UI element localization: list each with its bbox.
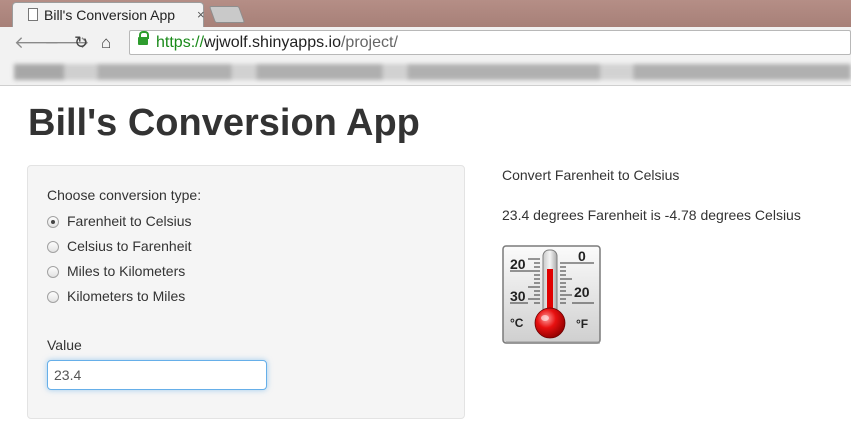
radio-button[interactable] <box>47 216 59 228</box>
reload-icon[interactable]: ↻ <box>74 33 88 53</box>
radio-button[interactable] <box>47 266 59 278</box>
bookmarks-bar <box>0 59 851 86</box>
browser-toolbar: 🡐 🡒 ↻ ⌂ https://wjwolf.shinyapps.io/proj… <box>0 27 851 59</box>
conversion-heading: Convert Farenheit to Celsius <box>502 167 680 183</box>
home-icon[interactable]: ⌂ <box>101 33 111 53</box>
thermo-left-top: 20 <box>510 256 526 272</box>
thermo-left-bottom: 30 <box>510 288 526 304</box>
document-icon <box>28 8 38 21</box>
thermo-right-bottom: 20 <box>574 284 590 300</box>
radio-label: Miles to Kilometers <box>67 263 186 279</box>
conversion-type-label: Choose conversion type: <box>47 187 202 203</box>
value-label: Value <box>47 337 82 353</box>
url-host: wjwolf.shinyapps.io <box>204 34 341 51</box>
thermo-right-top: 0 <box>578 248 586 264</box>
radio-label: Farenheit to Celsius <box>67 213 192 229</box>
url-path: /project/ <box>340 34 398 51</box>
value-input[interactable] <box>47 360 267 390</box>
browser-tab[interactable]: Bill's Conversion App × <box>12 2 205 27</box>
radio-button[interactable] <box>47 291 59 303</box>
lock-icon <box>138 31 149 45</box>
radio-label: Celsius to Farenheit <box>67 238 192 254</box>
conversion-result: 23.4 degrees Farenheit is -4.78 degrees … <box>502 207 801 223</box>
page-title: Bill's Conversion App <box>28 102 420 144</box>
thermo-left-unit: °C <box>510 316 524 330</box>
close-icon[interactable]: × <box>197 7 205 22</box>
radio-label: Kilometers to Miles <box>67 288 186 304</box>
radio-miles-to-kilometers[interactable]: Miles to Kilometers <box>47 263 407 283</box>
thermo-right-unit: °F <box>576 317 588 331</box>
radio-farenheit-to-celsius[interactable]: Farenheit to Celsius <box>47 213 407 233</box>
bookmarks-blurred <box>14 64 851 80</box>
new-tab-button[interactable] <box>208 6 246 23</box>
url-scheme: https:// <box>156 34 205 51</box>
url-text: https://wjwolf.shinyapps.io/project/ <box>156 34 398 52</box>
address-bar[interactable]: https://wjwolf.shinyapps.io/project/ <box>129 30 851 55</box>
tab-title: Bill's Conversion App <box>44 7 176 23</box>
radio-button[interactable] <box>47 241 59 253</box>
radio-kilometers-to-miles[interactable]: Kilometers to Miles <box>47 288 407 308</box>
thermometer-icon: 20 30 0 20 °C °F <box>502 245 602 345</box>
browser-titlebar: Bill's Conversion App × <box>0 0 851 27</box>
radio-celsius-to-farenheit[interactable]: Celsius to Farenheit <box>47 238 407 258</box>
sidebar-panel: Choose conversion type: Farenheit to Cel… <box>27 165 465 419</box>
